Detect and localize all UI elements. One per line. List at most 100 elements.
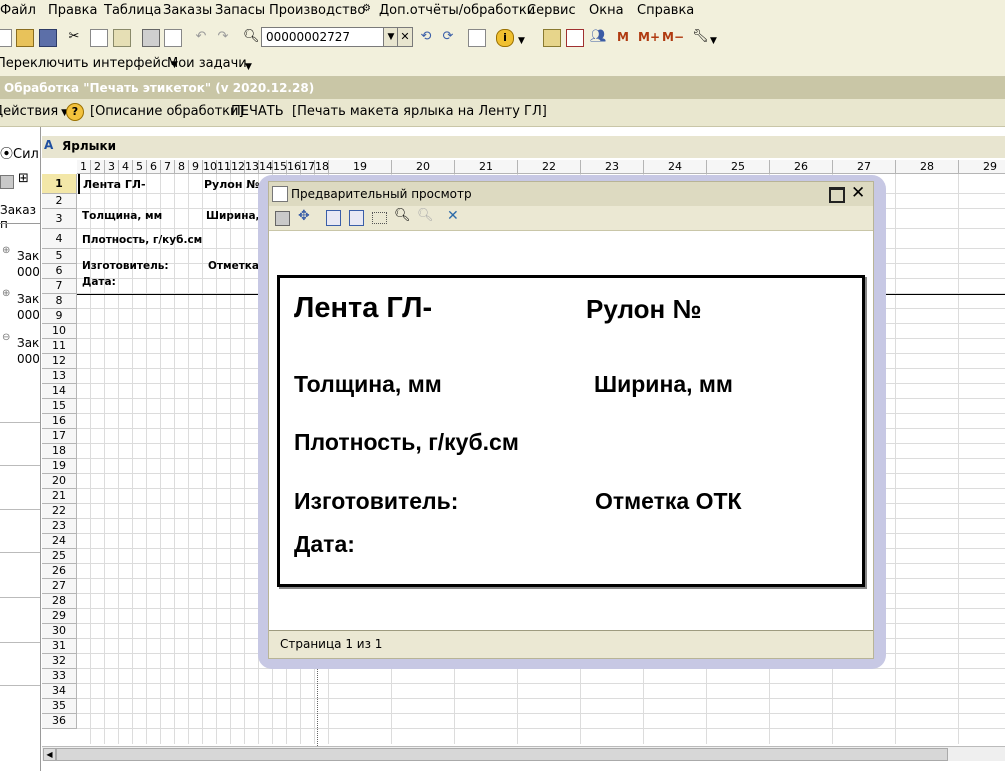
row-header[interactable]: 14 (42, 384, 77, 399)
column-header[interactable]: 19 (329, 160, 392, 174)
column-header[interactable]: 21 (455, 160, 518, 174)
menu-edit[interactable]: Правка (48, 3, 97, 18)
expand-icon[interactable]: ⊕ (2, 288, 10, 299)
column-header[interactable]: 8 (175, 160, 189, 174)
print-button[interactable]: ПЕЧАТЬ (231, 104, 284, 119)
row-header[interactable]: 5 (42, 249, 77, 264)
row-header[interactable]: 26 (42, 564, 77, 579)
row-header[interactable]: 29 (42, 609, 77, 624)
row-header[interactable]: 24 (42, 534, 77, 549)
cell-roll[interactable]: Рулон № (204, 178, 260, 191)
column-header[interactable]: 22 (518, 160, 581, 174)
column-header[interactable]: 10 (203, 160, 217, 174)
search-input[interactable]: 00000002727 (261, 27, 385, 47)
preview-title-bar[interactable]: Предварительный просмотр ✕ (269, 182, 873, 206)
row-header[interactable]: 2 (42, 194, 77, 209)
calculator-icon[interactable] (543, 29, 561, 47)
tools-dropdown-icon[interactable]: ▼ (710, 29, 726, 46)
memory-m-icon[interactable]: M (617, 29, 633, 45)
print-preview-icon[interactable] (164, 29, 182, 47)
menu-service[interactable]: Сервис (527, 3, 576, 18)
cut-icon[interactable]: ✂ (66, 29, 82, 45)
new-document-icon[interactable] (0, 29, 12, 47)
column-header[interactable]: 27 (833, 160, 896, 174)
menu-stock[interactable]: Запасы (215, 3, 265, 18)
row-header[interactable]: 18 (42, 444, 77, 459)
menu-orders[interactable]: Заказы (163, 3, 212, 18)
row-header[interactable]: 15 (42, 399, 77, 414)
add-icon[interactable]: ⊞ (18, 171, 29, 186)
print-layout-button[interactable]: [Печать макета ярлыка на Ленту ГЛ] (292, 104, 547, 119)
cell-tape[interactable]: Лента ГЛ- (83, 178, 146, 191)
print-icon[interactable] (142, 29, 160, 47)
print-small-icon[interactable] (0, 175, 14, 189)
tools-icon[interactable]: 🔧︎ (692, 29, 709, 45)
info-dropdown-icon[interactable]: ▼ (518, 29, 534, 46)
clear-search-button[interactable]: ✕ (397, 27, 413, 47)
column-header[interactable]: 25 (707, 160, 770, 174)
next-page-icon[interactable] (349, 210, 364, 226)
open-folder-icon[interactable] (16, 29, 34, 47)
row-header[interactable]: 31 (42, 639, 77, 654)
row-header[interactable]: 23 (42, 519, 77, 534)
prev-page-icon[interactable] (326, 210, 341, 226)
row-header[interactable]: 9 (42, 309, 77, 324)
scroll-left-icon[interactable]: ◀ (43, 748, 56, 761)
row-header[interactable]: 4 (42, 229, 77, 249)
switch-interface-button[interactable]: Переключить интерфейс ▼ (0, 56, 178, 71)
column-header[interactable]: 2 (91, 160, 105, 174)
row-header[interactable]: 10 (42, 324, 77, 339)
menu-production[interactable]: Производство (269, 3, 365, 18)
maximize-icon[interactable] (829, 187, 845, 203)
my-tasks-button[interactable]: Мои задачи (167, 56, 247, 71)
row-header[interactable]: 19 (42, 459, 77, 474)
column-header[interactable]: 12 (231, 160, 245, 174)
row-header[interactable]: 21 (42, 489, 77, 504)
move-icon[interactable]: ✥ (298, 208, 310, 224)
row-header[interactable]: 3 (42, 209, 77, 229)
users-icon[interactable]: 👥︎ (590, 29, 607, 45)
close-icon[interactable]: ✕ (851, 183, 865, 203)
column-header[interactable]: 15 (273, 160, 287, 174)
copy-icon[interactable] (90, 29, 108, 47)
row-header[interactable]: 6 (42, 264, 77, 279)
column-header[interactable]: 14 (259, 160, 273, 174)
column-header[interactable]: 6 (147, 160, 161, 174)
windows-icon[interactable] (468, 29, 486, 47)
menu-table[interactable]: Таблица (104, 3, 162, 18)
column-header[interactable]: 11 (217, 160, 231, 174)
zoom-in-icon[interactable]: 🔍︎ (394, 208, 411, 223)
row-header[interactable]: 30 (42, 624, 77, 639)
row-header[interactable]: 13 (42, 369, 77, 384)
cell-thickness[interactable]: Толщина, мм (82, 210, 162, 222)
row-header[interactable]: 27 (42, 579, 77, 594)
row-header[interactable]: 25 (42, 549, 77, 564)
row-header[interactable]: 16 (42, 414, 77, 429)
row-header[interactable]: 34 (42, 684, 77, 699)
calendar-icon[interactable] (566, 29, 584, 47)
column-header[interactable]: 13 (245, 160, 259, 174)
column-header[interactable]: 23 (581, 160, 644, 174)
row-header[interactable]: 1 (42, 174, 77, 194)
zoom-out-icon[interactable]: 🔍︎ (417, 208, 434, 223)
cell-maker[interactable]: Изготовитель: (82, 260, 169, 272)
help-icon[interactable]: ? (66, 103, 84, 121)
select-area-icon[interactable] (372, 212, 387, 224)
menu-help[interactable]: Справка (637, 3, 694, 18)
row-header[interactable]: 20 (42, 474, 77, 489)
save-icon[interactable] (39, 29, 57, 47)
scroll-thumb[interactable] (56, 748, 948, 761)
column-header[interactable]: 24 (644, 160, 707, 174)
close-preview-icon[interactable]: ✕ (447, 208, 459, 224)
column-header[interactable]: 4 (119, 160, 133, 174)
menu-extra-reports[interactable]: Доп.отчёты/обработки (379, 3, 535, 18)
column-header[interactable]: 16 (287, 160, 301, 174)
column-header[interactable]: 20 (392, 160, 455, 174)
row-header[interactable]: 12 (42, 354, 77, 369)
mode-radio[interactable]: ⦿Сил (0, 143, 39, 162)
column-header[interactable]: 1 (77, 160, 91, 174)
undo-icon[interactable]: ↶ (193, 29, 209, 45)
row-header[interactable]: 36 (42, 714, 77, 729)
memory-plus-icon[interactable]: M+ (638, 29, 660, 45)
column-header[interactable]: 9 (189, 160, 203, 174)
